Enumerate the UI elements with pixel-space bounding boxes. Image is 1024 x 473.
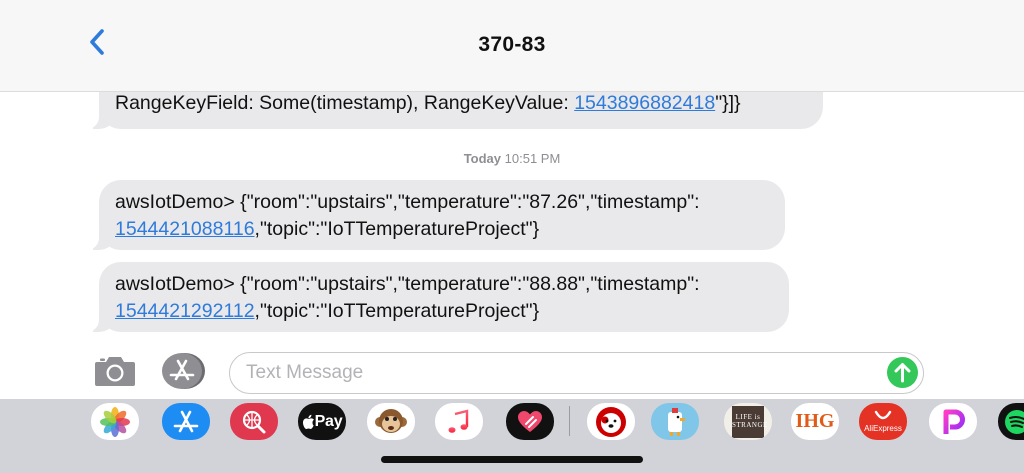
message-input-field[interactable] bbox=[229, 352, 924, 394]
apple-logo-icon bbox=[302, 414, 314, 429]
message-line: 1544421292112,"topic":"IoTTemperaturePro… bbox=[115, 298, 773, 325]
aliexpress-label: AliExpress bbox=[864, 424, 902, 433]
chicken-icon bbox=[668, 407, 685, 436]
message-line: 1544421088116,"topic":"IoTTemperaturePro… bbox=[115, 216, 769, 243]
home-indicator[interactable] bbox=[381, 456, 643, 463]
message-text: awsIotDemo> {"room":"upstairs","temperat… bbox=[115, 191, 700, 213]
apple-pay-app[interactable]: Pay bbox=[298, 403, 346, 440]
message-bubble[interactable]: awsIotDemo> {"room":"upstairs","temperat… bbox=[85, 262, 789, 332]
music-note-icon bbox=[448, 408, 469, 433]
target-app[interactable] bbox=[587, 403, 635, 440]
digital-touch-app[interactable] bbox=[506, 403, 554, 440]
send-button[interactable] bbox=[887, 357, 918, 388]
photos-app[interactable] bbox=[91, 403, 139, 440]
message-line: RangeKeyField: Some(timestamp), RangeKey… bbox=[115, 90, 807, 117]
life-is-strange-logo: LIFE is STRANGE bbox=[732, 405, 767, 438]
music-app[interactable] bbox=[435, 403, 483, 440]
spotify-icon bbox=[1005, 409, 1024, 434]
message-input[interactable] bbox=[246, 359, 866, 387]
timestamp-link[interactable]: 1544421088116 bbox=[115, 218, 255, 240]
message-text: ,"topic":"IoTTemperatureProject"} bbox=[254, 218, 540, 240]
heart-icon bbox=[518, 410, 542, 432]
ihg-logo: IHG bbox=[795, 410, 835, 432]
timestamp-link[interactable]: 1544421292112 bbox=[115, 300, 255, 322]
dog-sticker-icon bbox=[596, 406, 626, 437]
apple-pay-label: Pay bbox=[314, 412, 343, 430]
life-is-strange-app[interactable]: LIFE is STRANGE bbox=[724, 403, 772, 440]
picsart-app[interactable] bbox=[929, 403, 977, 440]
conversation-timestamp: Today 10:51 PM bbox=[0, 151, 1024, 166]
aliexpress-app[interactable]: AliExpress bbox=[859, 403, 907, 440]
web-search-app[interactable] bbox=[230, 403, 278, 440]
app-store-app[interactable] bbox=[162, 403, 210, 440]
conversation-header: 370-83 bbox=[0, 0, 1024, 92]
contact-title[interactable]: 370-83 bbox=[0, 33, 1024, 57]
message-bubble[interactable]: awsIotDemo> {"room":"upstairs","temperat… bbox=[85, 180, 785, 250]
chicken-sticker-app[interactable] bbox=[651, 403, 699, 440]
camera-button[interactable] bbox=[93, 353, 137, 389]
picsart-p-icon bbox=[943, 409, 965, 434]
app-store-icon bbox=[173, 410, 199, 432]
ihg-app[interactable]: IHG bbox=[791, 403, 839, 440]
timestamp-day: Today bbox=[463, 151, 502, 166]
message-text: "}]} bbox=[715, 92, 741, 114]
shopping-bag-icon bbox=[874, 410, 892, 420]
monkey-icon bbox=[375, 408, 407, 433]
messages-screen: RangeKeyField: Some(timestamp), RangeKey… bbox=[0, 0, 1024, 473]
spotify-app[interactable] bbox=[998, 403, 1024, 440]
message-text: RangeKeyField: Some(timestamp), RangeKey… bbox=[115, 92, 575, 114]
camera-icon bbox=[95, 357, 135, 386]
photos-icon bbox=[100, 406, 130, 437]
app-store-icon bbox=[162, 353, 205, 389]
drawer-divider bbox=[569, 406, 570, 436]
globe-search-icon bbox=[242, 410, 266, 433]
animoji-app[interactable] bbox=[367, 403, 415, 440]
message-text: awsIotDemo> {"room":"upstairs","temperat… bbox=[115, 273, 700, 295]
arrow-up-icon bbox=[894, 363, 911, 383]
timestamp-time: 10:51 PM bbox=[504, 151, 561, 166]
message-text: ,"topic":"IoTTemperatureProject"} bbox=[254, 300, 540, 322]
app-store-button[interactable] bbox=[161, 352, 206, 390]
timestamp-link[interactable]: 1543896882418 bbox=[574, 92, 715, 114]
